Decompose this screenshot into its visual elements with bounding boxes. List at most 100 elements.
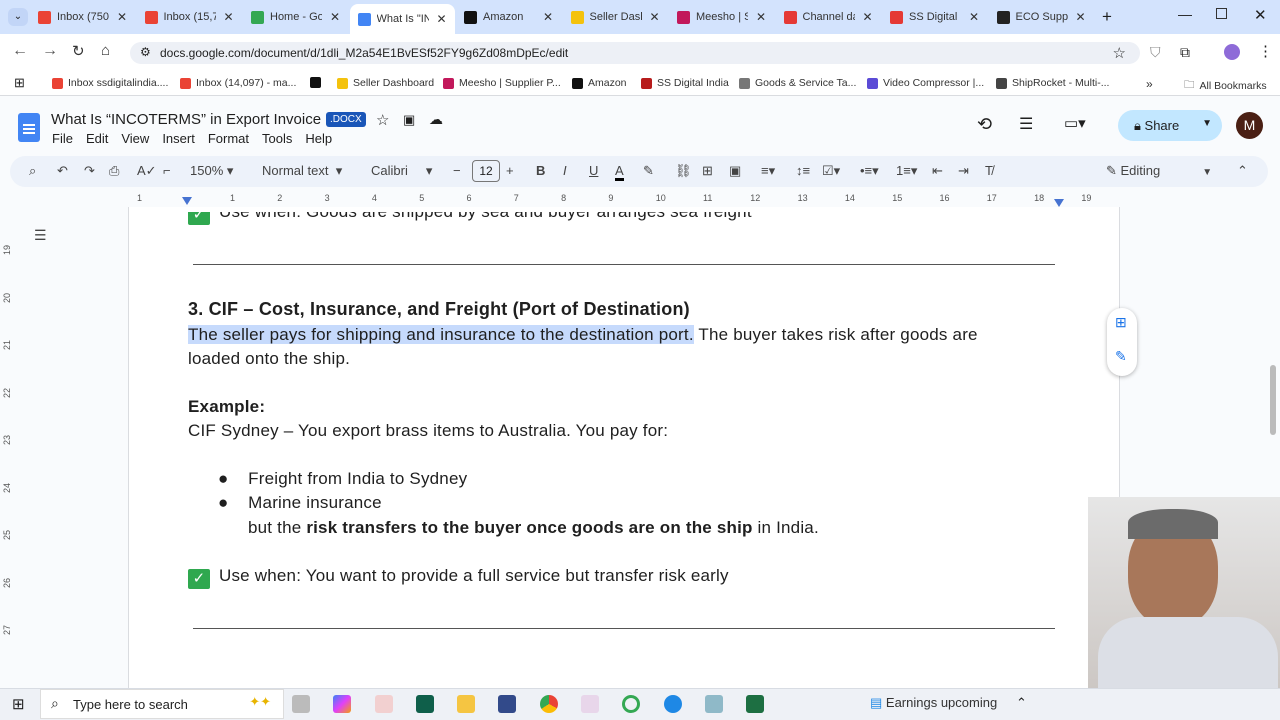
spellcheck-icon[interactable]: A✓ [137,163,157,179]
bookmark-item[interactable]: Amazon [572,77,627,89]
version-history-icon[interactable]: ⟲ [977,114,992,135]
menu-format[interactable]: Format [208,131,249,146]
tab-close-icon[interactable]: ✕ [756,10,766,24]
bookmark-item[interactable]: SS Digital India [641,77,729,89]
apps-grid-icon[interactable]: ⊞ [14,75,25,91]
docs-logo-icon[interactable] [18,113,40,142]
editing-mode-select[interactable]: ✎ Editing ▼ [1106,163,1212,179]
tab-close-icon[interactable]: ✕ [1076,10,1086,24]
close-window-button[interactable]: ✕ [1254,6,1267,24]
browser-tab[interactable]: Meesho | S ✕ [669,4,774,30]
bold-button[interactable]: B [536,163,545,178]
browser-tab[interactable]: Inbox (15,7 ✕ [137,4,242,30]
decrease-indent-icon[interactable]: ⇤ [932,163,943,179]
taskbar-search-input[interactable]: ⌕ Type here to search ✦✦ [40,689,284,719]
tray-chevron-icon[interactable]: ⌃ [1016,695,1027,711]
horizontal-ruler[interactable]: 1 1 2 3 4 5 6 7 8 9 10 11 12 13 14 15 16 17 18 19 [128,193,1120,207]
text-color-button[interactable]: A [615,163,624,181]
url-input[interactable]: ⚙ docs.google.com/document/d/1dli_M2a54E1… [130,42,1140,64]
insert-image-icon[interactable]: ▣ [729,163,741,179]
bookmark-item[interactable]: Inbox ssdigitalindia.... [52,77,168,89]
menu-file[interactable]: File [52,131,73,146]
bookmark-item[interactable]: Seller Dashboard [337,77,434,89]
more-bookmarks-icon[interactable]: » [1146,77,1153,91]
print-icon[interactable]: ⎙ [109,163,119,179]
tab-search-button[interactable]: ⌄ [8,8,28,26]
star-icon[interactable]: ☆ [376,111,389,129]
site-info-icon[interactable]: ⚙ [140,45,151,59]
home-icon[interactable]: ⌂ [101,42,110,59]
forward-icon[interactable]: → [42,42,58,60]
notepad-icon[interactable] [705,695,723,713]
reload-icon[interactable]: ↻ [72,42,85,60]
align-icon[interactable]: ≡▾ [761,163,775,179]
redo-icon[interactable]: ↷ [84,163,95,179]
app-icon[interactable] [375,695,393,713]
new-tab-button[interactable]: + [1102,7,1112,27]
tab-close-icon[interactable]: ✕ [650,10,660,24]
edge-icon[interactable] [664,695,682,713]
menu-edit[interactable]: Edit [86,131,108,146]
account-avatar[interactable]: M [1236,112,1263,139]
add-comment-icon[interactable]: ⊞ [1115,314,1127,331]
menu-tools[interactable]: Tools [262,131,292,146]
link-icon[interactable]: ⛓ [675,163,692,179]
style-select[interactable]: Normal text ▾ [262,163,342,179]
share-dropdown-icon[interactable]: ▼ [1202,118,1212,129]
app-icon[interactable] [416,695,434,713]
menu-view[interactable]: View [121,131,149,146]
browser-tab[interactable]: Channel da ✕ [776,4,881,30]
scrollbar[interactable] [1270,365,1276,435]
minimize-button[interactable]: — [1178,6,1192,22]
hide-menus-icon[interactable]: ⌃ [1237,163,1248,179]
bookmark-item[interactable]: Meesho | Supplier P... [443,77,561,89]
menu-help[interactable]: Help [305,131,332,146]
document-outline-icon[interactable]: ☰ [34,227,47,244]
back-icon[interactable]: ← [12,42,28,60]
task-view-icon[interactable] [292,695,310,713]
tab-close-icon[interactable]: ✕ [117,10,127,24]
comments-icon[interactable]: ☰ [1019,114,1033,134]
decrease-font-size-button[interactable]: − [453,163,461,178]
cloud-status-icon[interactable]: ☁ [429,111,443,128]
document-title[interactable]: What Is “INCOTERMS” in Export Invoice [51,111,321,128]
restore-button[interactable] [1216,8,1227,19]
move-folder-icon[interactable]: ▣ [403,112,415,128]
selected-text[interactable]: The seller pays for shipping and insuran… [188,325,694,344]
paint-format-icon[interactable]: ⌐ [163,163,171,178]
underline-button[interactable]: U [589,163,598,178]
chrome-icon[interactable] [540,695,558,713]
tab-close-icon[interactable]: ✕ [543,10,553,24]
vertical-ruler[interactable]: 19 20 21 22 23 24 25 26 27 [0,207,14,688]
bookmark-star-icon[interactable]: ☆ [1113,44,1126,62]
bookmark-item[interactable]: Goods & Service Ta... [739,77,856,89]
suggest-edits-icon[interactable]: ✎ [1115,348,1127,365]
highlight-icon[interactable]: ✎ [643,163,654,179]
excel-icon[interactable] [746,695,764,713]
line-spacing-icon[interactable]: ↕≡ [796,163,810,178]
checklist-icon[interactable]: ☑▾ [822,163,840,179]
meet-icon[interactable]: ▭▾ [1064,114,1086,132]
tab-close-icon[interactable]: ✕ [969,10,979,24]
font-size-input[interactable]: 12 [472,160,500,182]
copilot-icon[interactable] [333,695,351,713]
menu-insert[interactable]: Insert [162,131,195,146]
browser-tab[interactable]: Amazon ✕ [456,4,561,30]
paragraph[interactable]: The seller pays for shipping and insuran… [188,325,978,345]
bookmark-item[interactable]: ShipRocket - Multi-... [996,77,1109,89]
browser-tab[interactable]: What Is "IN ✕ [349,4,455,34]
browser-tab[interactable]: Home - Go ✕ [243,4,348,30]
bookmark-item[interactable]: Video Compressor |... [867,77,984,89]
tab-close-icon[interactable]: ✕ [863,10,873,24]
search-menus-icon[interactable]: ⌕ [29,163,36,179]
add-comment-icon[interactable]: ⊞ [702,163,713,179]
all-bookmarks[interactable]: 🗀 All Bookmarks [1184,77,1267,95]
file-explorer-icon[interactable] [457,695,475,713]
zoom-select[interactable]: 150% ▾ [190,163,233,179]
profile-avatar[interactable] [1224,44,1240,60]
tab-close-icon[interactable]: ✕ [224,10,234,24]
increase-indent-icon[interactable]: ⇥ [958,163,969,179]
numbered-list-icon[interactable]: 1≡▾ [896,163,917,179]
news-widget[interactable]: ▤ Earnings upcoming [870,695,997,711]
share-button[interactable]: 🔒︎ Share ▼ [1118,110,1222,141]
